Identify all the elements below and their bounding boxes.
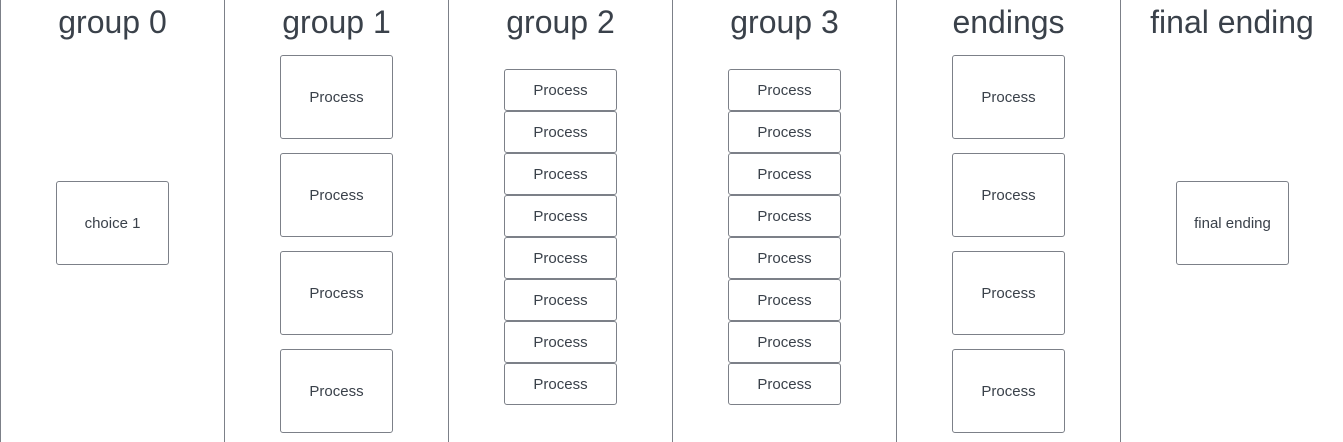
process-node[interactable]: Process xyxy=(504,111,617,153)
process-node[interactable]: Process xyxy=(728,321,841,363)
process-node[interactable]: Process xyxy=(280,251,393,335)
lane-title: group 1 xyxy=(282,4,391,40)
process-node[interactable]: Process xyxy=(280,55,393,139)
lane-group-0: group 0 choice 1 xyxy=(0,0,224,442)
process-node[interactable]: Process xyxy=(952,349,1065,433)
process-node[interactable]: Process xyxy=(728,363,841,405)
process-node[interactable]: Process xyxy=(728,279,841,321)
choice-node[interactable]: choice 1 xyxy=(56,181,169,265)
process-node[interactable]: Process xyxy=(504,237,617,279)
lane-endings: endings Process Process Process Process xyxy=(896,0,1120,442)
lane-group-3: group 3 Process Process Process Process … xyxy=(672,0,896,442)
process-node[interactable]: Process xyxy=(728,153,841,195)
process-node[interactable]: Process xyxy=(504,153,617,195)
lane-title: final ending xyxy=(1150,4,1314,40)
process-node[interactable]: Process xyxy=(504,321,617,363)
process-node[interactable]: Process xyxy=(952,153,1065,237)
swimlane-diagram: group 0 choice 1 group 1 Process Process… xyxy=(0,0,1343,442)
process-node[interactable]: Process xyxy=(728,69,841,111)
lane-title: endings xyxy=(952,4,1065,40)
process-node[interactable]: Process xyxy=(280,349,393,433)
process-node[interactable]: Process xyxy=(952,55,1065,139)
lane-title: group 2 xyxy=(506,4,615,40)
lane-title: group 3 xyxy=(730,4,839,40)
process-node[interactable]: Process xyxy=(728,111,841,153)
process-node[interactable]: Process xyxy=(504,279,617,321)
lane-final-ending: final ending final ending xyxy=(1120,0,1343,442)
process-node[interactable]: Process xyxy=(952,251,1065,335)
process-node[interactable]: Process xyxy=(728,237,841,279)
process-node[interactable]: Process xyxy=(728,195,841,237)
process-node[interactable]: Process xyxy=(504,69,617,111)
process-node[interactable]: Process xyxy=(504,363,617,405)
lane-group-1: group 1 Process Process Process Process xyxy=(224,0,448,442)
process-node[interactable]: Process xyxy=(504,195,617,237)
final-ending-node[interactable]: final ending xyxy=(1176,181,1289,265)
process-node[interactable]: Process xyxy=(280,153,393,237)
lane-group-2: group 2 Process Process Process Process … xyxy=(448,0,672,442)
lane-title: group 0 xyxy=(58,4,167,40)
